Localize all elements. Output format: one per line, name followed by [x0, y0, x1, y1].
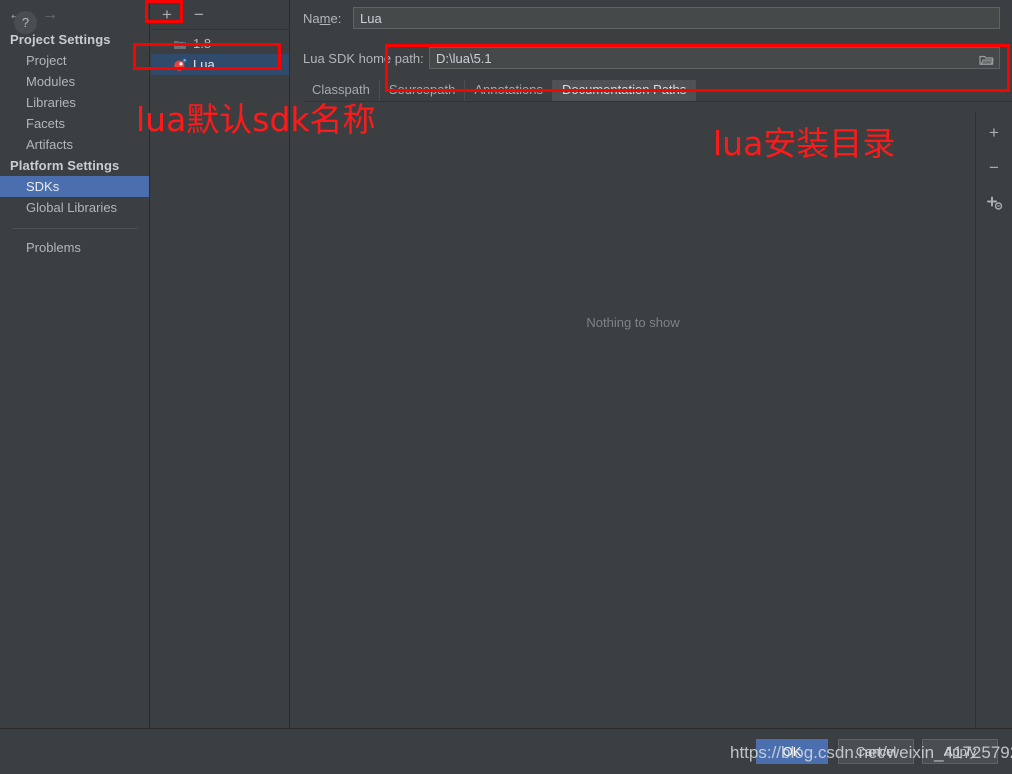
paths-list[interactable]: Nothing to show [291, 112, 976, 728]
sdk-home-path-input[interactable]: D:\lua\5.1 [429, 47, 1000, 69]
add-sdk-button[interactable]: + [157, 5, 177, 25]
sdk-list-item-java[interactable]: 1.8 [151, 33, 289, 54]
home-path-label: Lua SDK home path: [303, 50, 424, 66]
tab-annotations[interactable]: Annotations [465, 80, 553, 101]
sidebar-divider [12, 228, 137, 229]
lua-sdk-icon [173, 58, 187, 72]
remove-sdk-button[interactable]: − [189, 5, 209, 25]
sidebar-item-global-libraries[interactable]: Global Libraries [0, 197, 149, 218]
name-label: Name: [303, 10, 342, 26]
sidebar-item-project[interactable]: Project [0, 50, 149, 71]
empty-state-text: Nothing to show [586, 315, 680, 330]
sdk-list-item-label: Lua [193, 57, 215, 72]
sdk-list-toolbar: + − [151, 0, 289, 30]
add-from-disk-button[interactable] [983, 191, 1005, 213]
sdk-list-panel: + − 1.8 Lua [151, 0, 290, 728]
add-path-button[interactable]: + [983, 121, 1005, 143]
sdk-name-input[interactable]: Lua [353, 7, 1000, 29]
sidebar-item-facets[interactable]: Facets [0, 113, 149, 134]
tab-classpath[interactable]: Classpath [303, 80, 380, 101]
sidebar-item-sdks[interactable]: SDKs [0, 176, 149, 197]
settings-dialog: ← → Project Settings Project Modules Lib… [0, 0, 1012, 774]
help-button[interactable]: ? [14, 11, 37, 34]
sdk-home-path-value: D:\lua\5.1 [436, 50, 492, 66]
paths-content-area: Nothing to show + − [291, 112, 1012, 728]
tab-sourcepath[interactable]: Sourcepath [380, 80, 466, 101]
sdk-paths-tabs: Classpath Sourcepath Annotations Documen… [303, 80, 1012, 102]
sdk-list-item-label: 1.8 [193, 36, 212, 51]
sdk-list: 1.8 Lua [151, 30, 289, 75]
folder-icon[interactable] [974, 49, 998, 69]
sidebar-item-libraries[interactable]: Libraries [0, 92, 149, 113]
ok-button[interactable]: OK [756, 739, 828, 764]
home-path-field-row: Lua SDK home path: D:\lua\5.1 [291, 36, 1012, 80]
sidebar-item-artifacts[interactable]: Artifacts [0, 134, 149, 155]
settings-sidebar: ← → Project Settings Project Modules Lib… [0, 0, 150, 728]
java-sdk-icon [173, 37, 187, 51]
sidebar-item-problems[interactable]: Problems [0, 237, 149, 258]
cancel-button[interactable]: Cancel [838, 739, 914, 764]
sidebar-group-platform-settings: Platform Settings [10, 158, 120, 173]
remove-path-button[interactable]: − [983, 156, 1005, 178]
paths-toolbar: + − [976, 112, 1012, 728]
name-field-row: Name: Lua [291, 0, 1012, 36]
sdk-list-item-lua[interactable]: Lua [151, 54, 289, 75]
apply-button[interactable]: Apply [922, 739, 998, 764]
tab-documentation-paths[interactable]: Documentation Paths [552, 80, 697, 101]
arrow-right-icon[interactable]: → [42, 6, 58, 23]
sidebar-item-modules[interactable]: Modules [0, 71, 149, 92]
